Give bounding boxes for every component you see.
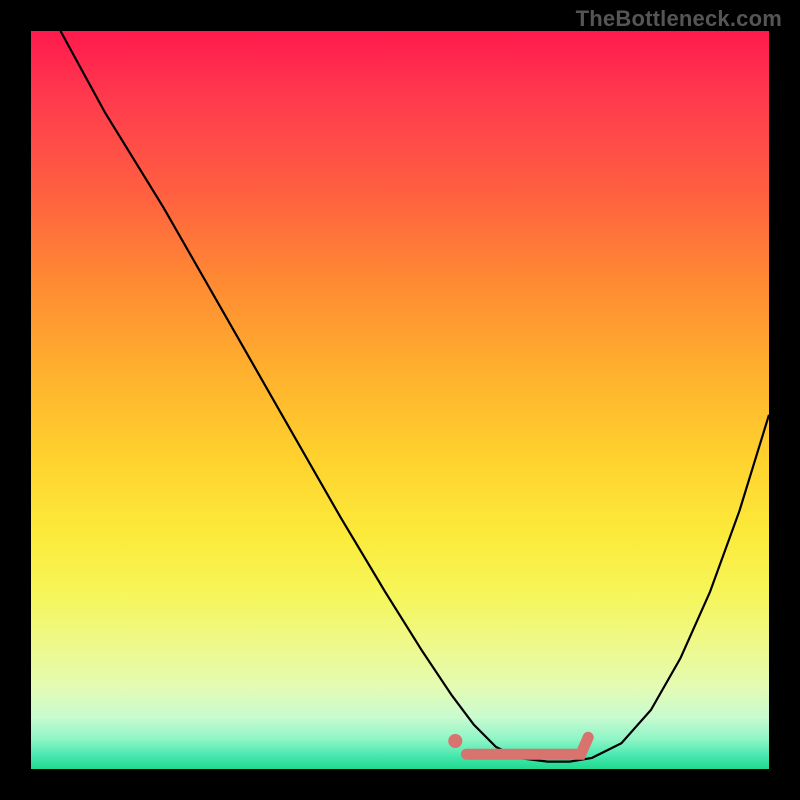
bottleneck-curve — [61, 31, 770, 762]
highlight-dot — [448, 734, 462, 748]
chart-svg — [31, 31, 769, 769]
chart-plot-area — [31, 31, 769, 769]
watermark-text: TheBottleneck.com — [576, 6, 782, 32]
highlight-segment — [466, 737, 588, 754]
